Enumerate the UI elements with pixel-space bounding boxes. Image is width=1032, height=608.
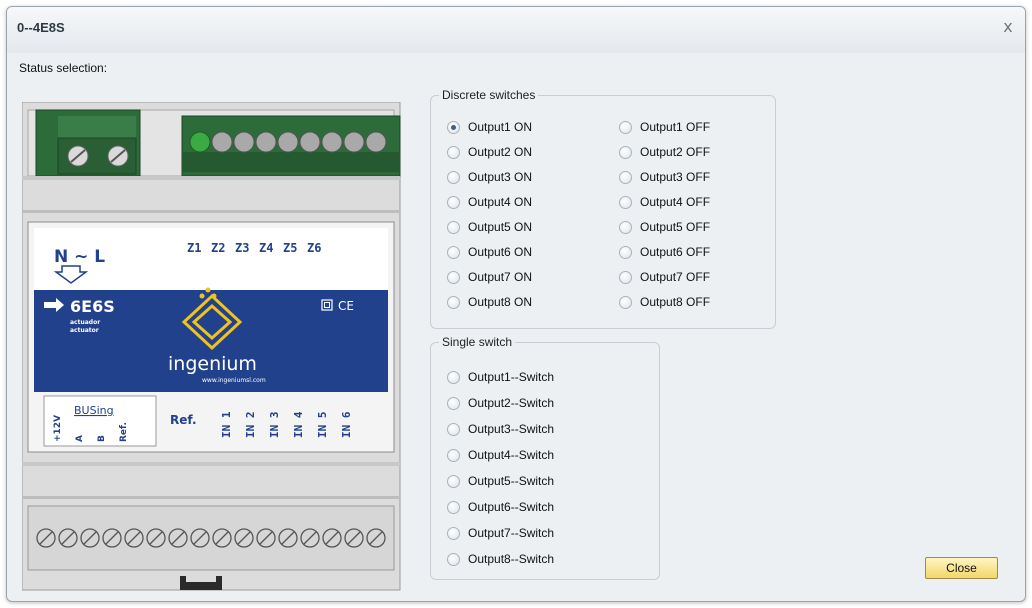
radio-output6-switch[interactable]: Output6--Switch [447,498,554,516]
input-label: IN 3 [268,412,281,439]
radio-output3-switch[interactable]: Output3--Switch [447,420,554,438]
model-sub-es: actuador [70,319,100,326]
radio-button[interactable] [447,170,460,184]
radio-output8-switch[interactable]: Output8--Switch [447,550,554,568]
radio-output8-on[interactable]: Output8 ON [447,293,532,311]
input-label: IN 5 [316,412,329,439]
zone-label: Z2 [211,241,225,255]
device-illustration: N ~ L Z1 Z2 Z3 Z4 Z5 Z6 6E6S actuador ac… [22,102,401,591]
single-switch-legend: Single switch [439,335,516,349]
radio-output7-off[interactable]: Output7 OFF [619,268,710,286]
radio-button[interactable] [447,145,460,159]
zone-label: Z6 [307,241,321,255]
radio-button[interactable] [447,422,460,436]
radio-button[interactable] [619,220,632,234]
radio-button[interactable] [447,474,460,488]
input-label: IN 6 [340,411,353,438]
radio-output2-switch[interactable]: Output2--Switch [447,394,554,412]
radio-button[interactable] [619,120,632,134]
bus-label: B [97,435,107,442]
radio-output6-off[interactable]: Output6 OFF [619,243,710,261]
title-bar[interactable]: 0--4E8S x [7,7,1025,53]
radio-button[interactable] [619,270,632,284]
discrete-switches-legend: Discrete switches [439,88,539,102]
radio-output8-off[interactable]: Output8 OFF [619,293,710,311]
model-sub-en: actuator [70,327,99,334]
radio-output1-off[interactable]: Output1 OFF [619,118,710,136]
radio-output4-on[interactable]: Output4 ON [447,193,532,211]
radio-output5-off[interactable]: Output5 OFF [619,218,710,236]
input-label: IN 2 [244,412,257,439]
zone-label: Z4 [259,241,273,255]
radio-button[interactable] [447,500,460,514]
input-label: IN 1 [220,411,233,438]
radio-button[interactable] [619,145,632,159]
radio-button[interactable] [447,270,460,284]
discrete-switches-group: Discrete switches Output1 ON Output2 ON … [430,88,776,329]
radio-output3-off[interactable]: Output3 OFF [619,168,710,186]
model-name: 6E6S [70,297,115,316]
radio-output4-switch[interactable]: Output4--Switch [447,446,554,464]
ce-mark: CE [338,299,354,313]
radio-output3-on[interactable]: Output3 ON [447,168,532,186]
radio-button[interactable] [619,170,632,184]
status-selection-label: Status selection: [19,61,108,75]
zone-label: Z3 [235,241,249,255]
radio-output1-on[interactable]: Output1 ON [447,118,532,136]
bus-label: +12V [53,415,63,442]
radio-output6-on[interactable]: Output6 ON [447,243,532,261]
radio-output5-on[interactable]: Output5 ON [447,218,532,236]
input-terminal-block [27,505,395,571]
radio-button[interactable] [619,195,632,209]
close-button[interactable]: Close [925,557,998,579]
single-switch-group: Single switch Output1--Switch Output2--S… [430,335,660,580]
radio-button[interactable] [447,195,460,209]
ref-label: Ref. [170,413,197,427]
supply-label: N ~ L [54,247,105,267]
radio-output4-off[interactable]: Output4 OFF [619,193,710,211]
zone-label: Z5 [283,241,297,255]
bus-label: A [75,435,85,442]
radio-output2-on[interactable]: Output2 ON [447,143,532,161]
bus-label: Ref. [119,422,129,442]
power-terminal-block [35,109,141,177]
radio-button[interactable] [447,526,460,540]
zone-label: Z1 [187,241,201,255]
radio-button[interactable] [447,448,460,462]
dialog-title: 0--4E8S [17,20,65,35]
radio-output2-off[interactable]: Output2 OFF [619,143,710,161]
radio-output1-switch[interactable]: Output1--Switch [447,368,554,386]
radio-output5-switch[interactable]: Output5--Switch [447,472,554,490]
brand-name: ingenium [168,353,257,375]
radio-button[interactable] [447,370,460,384]
close-icon[interactable]: x [999,18,1017,36]
bus-logo: BUSing [74,404,114,417]
zone-terminal-block [181,115,401,177]
radio-button[interactable] [619,245,632,259]
radio-button[interactable] [619,295,632,309]
input-label: IN 4 [292,411,305,438]
brand-website: www.ingeniumsl.com [202,377,266,384]
radio-output7-on[interactable]: Output7 ON [447,268,532,286]
radio-button[interactable] [447,396,460,410]
radio-button[interactable] [447,120,460,134]
radio-button[interactable] [447,552,460,566]
radio-button[interactable] [447,245,460,259]
radio-output7-switch[interactable]: Output7--Switch [447,524,554,542]
radio-button[interactable] [447,220,460,234]
radio-button[interactable] [447,295,460,309]
